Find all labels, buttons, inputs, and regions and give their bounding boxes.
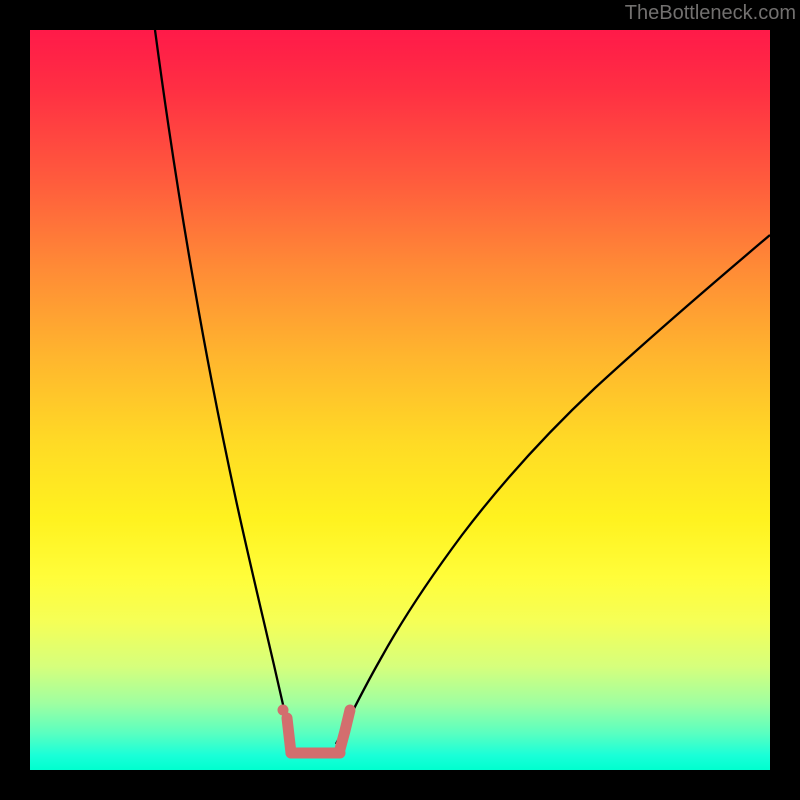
watermark-label: TheBottleneck.com [625, 2, 796, 25]
curve-layer [30, 30, 770, 770]
curve-left-branch [155, 30, 292, 744]
marker-right-thick [339, 710, 350, 753]
plot-area [30, 30, 770, 770]
outer-frame: TheBottleneck.com [0, 0, 800, 800]
curve-right-branch [336, 235, 770, 744]
